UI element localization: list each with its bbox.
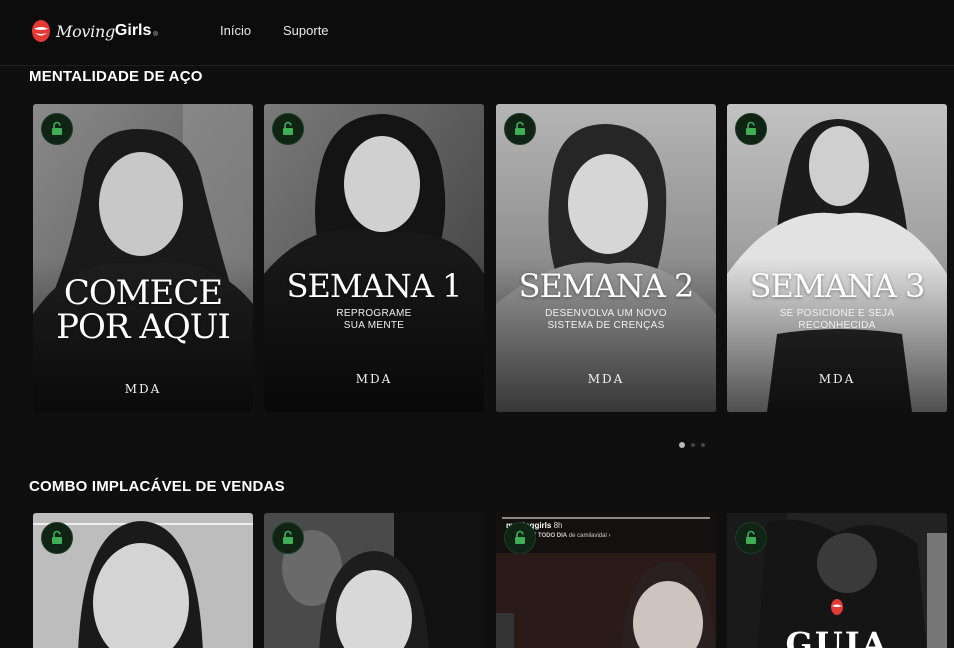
logo-text-bold: Girls [114, 22, 152, 39]
unlock-icon [41, 522, 73, 554]
nav-link-inicio[interactable]: Início [220, 23, 251, 38]
course-card-comece-por-aqui[interactable]: COMECE POR AQUI MDA [33, 104, 253, 412]
story-by: de camilavidal › [568, 533, 611, 539]
section-title-combo-vendas: COMBO IMPLACÁVEL DE VENDAS [29, 478, 285, 495]
unlock-icon [41, 113, 73, 145]
carousel-dot-3[interactable] [701, 443, 705, 447]
logo-registered-mark: ® [153, 32, 158, 38]
card-brand: MDA [124, 382, 162, 396]
course-card-semana-2[interactable]: SEMANA 2 DESENVOLVA UM NOVO SISTEMA DE C… [496, 104, 716, 412]
unlock-icon [272, 113, 304, 145]
card-title: GUIA [785, 625, 889, 648]
card-subtitle: REPROGRAME SUA MENTE [336, 308, 412, 331]
section-title-mentalidade: MENTALIDADE DE AÇO [29, 68, 203, 85]
carousel-dot-2[interactable] [691, 443, 695, 447]
card-photo [727, 104, 947, 412]
logo-text-script: Moving [56, 21, 115, 41]
course-card-combo-2[interactable] [264, 513, 484, 648]
unlock-icon [735, 113, 767, 145]
nav-link-suporte[interactable]: Suporte [283, 23, 329, 38]
card-subtitle: DESENVOLVA UM NOVO SISTEMA DE CRENÇAS [545, 308, 667, 331]
story-time: 8h [553, 521, 563, 530]
unlock-icon [504, 522, 536, 554]
card-title: SEMANA 2 [518, 267, 695, 305]
unlock-icon [504, 113, 536, 145]
moving-girls-logo[interactable]: Moving Girls ® [30, 16, 158, 46]
course-card-guia[interactable]: GUIA [727, 513, 947, 648]
course-card-semana-1[interactable]: SEMANA 1 REPROGRAME SUA MENTE MDA [264, 104, 484, 412]
unlock-icon [272, 522, 304, 554]
card-title: COMECE POR AQUI [56, 273, 231, 347]
card-photo [33, 104, 253, 412]
top-navigation-bar: Moving Girls ® Início Suporte [0, 0, 954, 66]
carousel-dot-1[interactable] [679, 442, 685, 448]
course-card-semana-3[interactable]: SEMANA 3 SE POSICIONE E SEJA RECONHECIDA… [727, 104, 947, 412]
card-photo [496, 104, 716, 412]
course-card-combo-1[interactable] [33, 513, 253, 648]
lips-icon [831, 599, 843, 615]
card-photo [264, 104, 484, 412]
card-brand: MDA [355, 372, 393, 386]
card-title: SEMANA 3 [749, 267, 926, 305]
card-brand: MDA [587, 372, 625, 386]
story-progress-bar [502, 517, 710, 519]
card-subtitle: SE POSICIONE E SEJA RECONHECIDA [779, 308, 895, 331]
lips-icon [32, 20, 50, 42]
carousel-pagination [679, 442, 705, 448]
unlock-icon [735, 522, 767, 554]
course-card-story-todo-dia[interactable]: movinggirls 8h STORY TODO DIA de camilav… [496, 513, 716, 648]
card-title: SEMANA 1 [286, 267, 463, 305]
card-brand: MDA [818, 372, 856, 386]
